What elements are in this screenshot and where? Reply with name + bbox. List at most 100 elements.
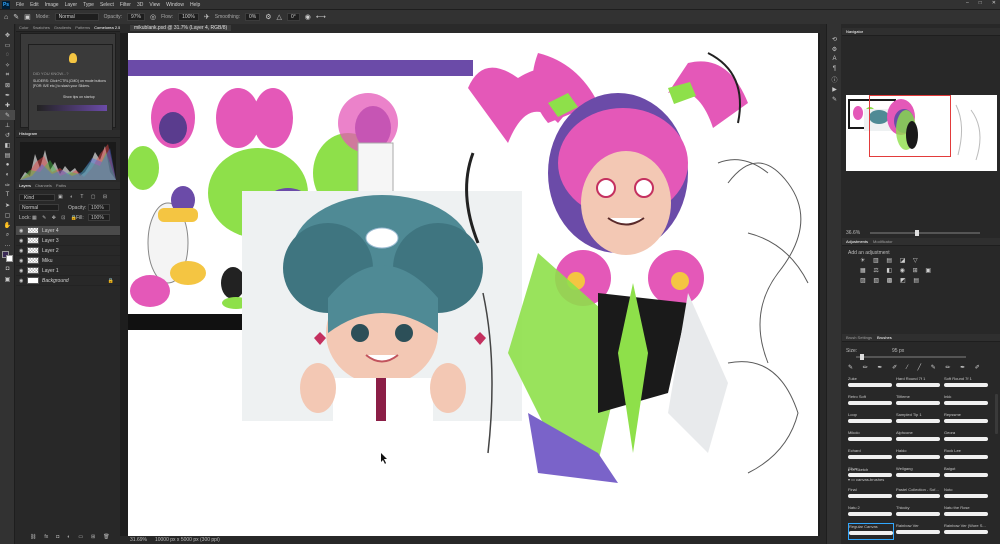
tab-paths[interactable]: Paths [56,183,66,188]
quick-select-tool-icon[interactable]: ✧ [0,60,15,70]
brush-preset[interactable]: Repssme [944,412,990,429]
brush-preset[interactable]: Wellgang [896,466,942,483]
close-button[interactable]: ✕ [992,0,996,6]
visibility-eye-icon[interactable]: ◉ [19,278,24,284]
pen-tool-icon[interactable]: ✑ [0,180,15,190]
brush-preset[interactable]: Final [848,487,894,504]
crop-tool-icon[interactable]: ⌗ [0,70,15,80]
paragraph-panel-icon[interactable]: ¶ [827,64,842,74]
document-tab[interactable]: mikublank.psd @ 31.7% (Layer 4, RGB/8) [130,25,232,31]
brush-preset[interactable]: Thiccky [896,505,942,522]
layer-row[interactable]: ◉ Background 🔒 [16,276,120,286]
menu-filter[interactable]: Filter [117,2,134,8]
layer-name[interactable]: Layer 4 [42,228,59,234]
brush-folder-sketch[interactable]: ▸ ▭ Sketch [848,467,868,472]
maximize-button[interactable]: □ [979,0,982,6]
zoom-readout[interactable]: 31.69% [130,537,147,543]
frame-tool-icon[interactable]: ⊠ [0,80,15,90]
eyedropper-tool-icon[interactable]: ✒ [0,90,15,100]
properties-panel-icon[interactable]: ⚙ [827,44,842,54]
brush-preset[interactable]: Mikolo [848,430,894,447]
brush-preset-icon[interactable]: ✎ [13,13,19,21]
adjustment-layer-icon[interactable]: ◐ [67,534,70,542]
screen-mode-icon[interactable]: ▣ [0,274,15,284]
layer-name[interactable]: Layer 2 [42,248,59,254]
document-canvas[interactable]: W [128,33,818,536]
tab-modificator[interactable]: Modificator [873,239,893,244]
menu-edit[interactable]: Edit [27,2,42,8]
minimize-button[interactable]: – [966,0,969,6]
airbrush-icon[interactable]: ✈ [204,13,210,21]
menu-3d[interactable]: 3D [134,2,146,8]
brush-preset[interactable]: Alphcone [896,430,942,447]
brush-preset[interactable]: Natu 2 [848,505,894,522]
visibility-eye-icon[interactable]: ◉ [19,258,24,264]
layer-row[interactable]: ◉ Layer 3 [16,236,120,246]
brush-preset[interactable]: Loop [848,412,894,429]
quick-mask-icon[interactable]: ◘ [0,264,15,274]
smoothing-field[interactable]: 0% [245,13,261,21]
layer-row[interactable]: ◉ Layer 2 [16,246,120,256]
tab-gradients[interactable]: Gradients [54,25,71,30]
brush-folder-canvas[interactable]: ▾ ▭ canvas-brushes [848,477,884,482]
layer-filter-kind[interactable]: Kind [19,194,55,201]
adjustment-icons-row-1[interactable]: ☀ ▥ ▤ ◪ ▽ [860,257,921,264]
blur-tool-icon[interactable]: ● [0,160,15,170]
navigator-zoom[interactable]: 36.6% [846,230,860,236]
shape-tool-icon[interactable]: ▢ [0,210,15,220]
tab-adjustments[interactable]: Adjustments [846,239,868,244]
brush-settings-icon[interactable]: ▣ [24,13,31,21]
brush-preset[interactable]: Hard Round 7f 1 [896,376,942,393]
symmetry-icon[interactable]: ⟷ [316,13,326,21]
menu-help[interactable]: Help [187,2,203,8]
brush-tool-icon[interactable]: ✎ [0,110,15,120]
lock-icons[interactable]: ▦ ✎ ✥ ⊡ 🔒 [32,215,79,221]
brush-preset[interactable]: Natu the Rose [944,505,990,522]
marquee-tool-icon[interactable]: ▭ [0,40,15,50]
eraser-tool-icon[interactable]: ◧ [0,140,15,150]
angle-field[interactable]: 0° [286,13,300,21]
dodge-tool-icon[interactable]: ◐ [0,170,15,180]
brush-preset[interactable]: Noto [944,487,990,504]
link-layers-icon[interactable]: ⛓ [30,534,36,542]
brush-size-value[interactable]: 95 px [892,348,904,354]
blend-mode-select[interactable]: Normal [19,204,59,211]
actions-panel-icon[interactable]: ▶ [827,84,842,94]
brushes-scrollbar[interactable] [995,394,998,434]
menu-type[interactable]: Type [80,2,97,8]
history-brush-tool-icon[interactable]: ↺ [0,130,15,140]
brush-presets-panel-icon[interactable]: ✎ [827,94,842,104]
hand-tool-icon[interactable]: ✋ [0,220,15,230]
brush-preset[interactable]: Pastel Collection - Sof... [896,487,942,504]
smoothing-options-icon[interactable]: ⚙ [265,13,271,21]
brush-preset[interactable]: Tilfieme [896,394,942,411]
visibility-eye-icon[interactable]: ◉ [19,238,24,244]
tab-brushes[interactable]: Brushes [877,335,892,340]
character-panel-icon[interactable]: A [827,54,842,64]
brush-preset[interactable]: Balgot [944,466,990,483]
visibility-eye-icon[interactable]: ◉ [19,248,24,254]
tab-brush-settings[interactable]: Brush Settings [846,335,872,340]
visibility-eye-icon[interactable]: ◉ [19,228,24,234]
layer-filter-icons[interactable]: ▣ ◐ T ▢ ⊟ [58,194,110,200]
layer-name[interactable]: Layer 1 [42,268,59,274]
brush-preset[interactable]: Rainbow Ver [896,523,942,540]
navigator-view-box[interactable] [869,95,951,157]
healing-tool-icon[interactable]: ✚ [0,100,15,110]
tab-layers[interactable]: Layers [19,183,31,188]
show-tips-label[interactable]: Show tips on startup [63,95,95,99]
brush-preset[interactable]: Rock Lee [944,448,990,465]
brush-preset[interactable]: Zuke [848,376,894,393]
menu-image[interactable]: Image [42,2,62,8]
layer-row[interactable]: ◉ Miku [16,256,120,266]
brush-preset[interactable]: Rainbow Ver (Wore S... [944,523,990,540]
tab-swatches[interactable]: Swatches [33,25,50,30]
brush-preset[interactable]: Inkk [944,394,990,411]
layer-name[interactable]: Layer 3 [42,238,59,244]
home-icon[interactable]: ⌂ [4,14,8,21]
layer-name[interactable]: Background [42,278,69,284]
group-icon[interactable]: ▭ [78,534,83,542]
navigator-zoom-slider[interactable] [870,230,980,236]
lasso-tool-icon[interactable]: ◌ [0,50,15,60]
pressure-size-icon[interactable]: ◉ [305,13,311,21]
